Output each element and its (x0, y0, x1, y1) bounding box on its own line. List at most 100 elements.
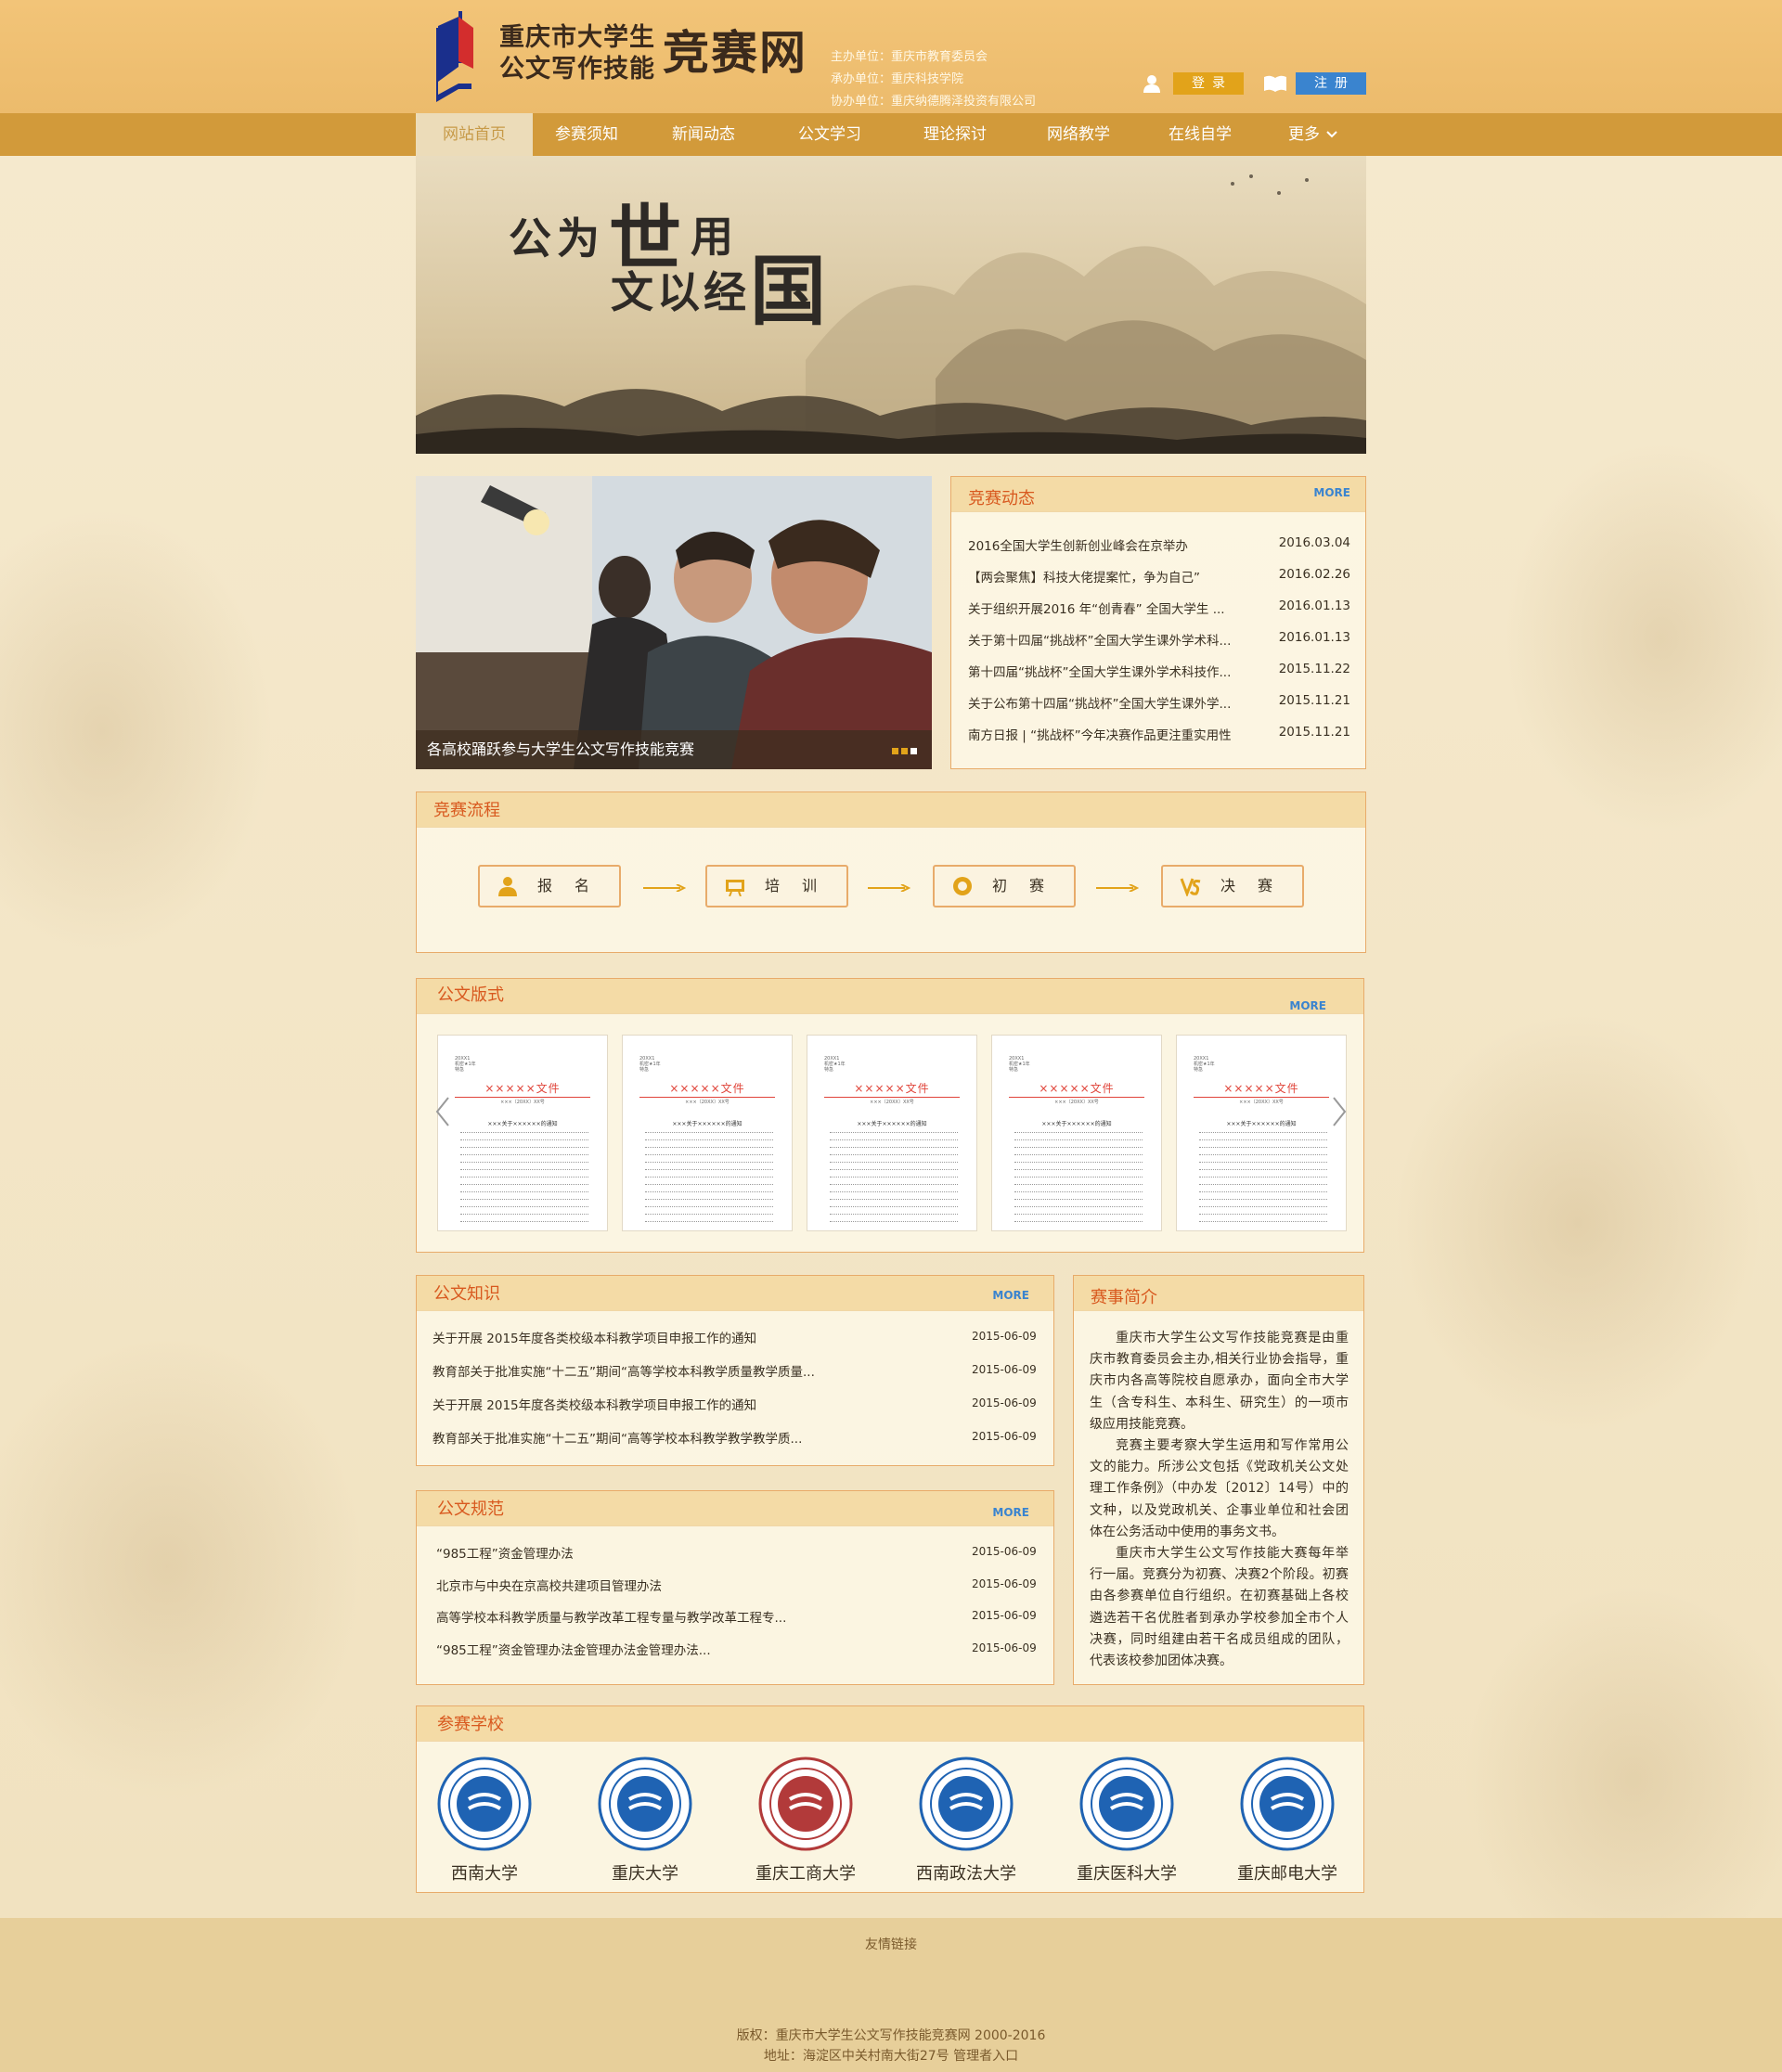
text-line (645, 1184, 773, 1185)
text-line (830, 1184, 958, 1185)
text-line (1199, 1184, 1327, 1185)
nav-item[interactable]: 网站首页 (416, 113, 533, 156)
text-line (830, 1162, 958, 1163)
school-emblem-icon (758, 1757, 853, 1851)
nav-item[interactable]: 网络教学 (1017, 113, 1140, 156)
organizer-host: 主办单位：重庆市教育委员会 (831, 50, 988, 64)
friend-links[interactable]: 友情链接 (0, 1935, 1782, 1953)
nav-item[interactable]: 新闻动态 (640, 113, 767, 156)
text-line (460, 1132, 588, 1133)
text-line (1199, 1169, 1327, 1170)
knowledge-item[interactable]: 教育部关于批准实施“十二五”期间“高等学校本科教学质量教学质量... 2015-0… (433, 1361, 1037, 1380)
text-line (645, 1177, 773, 1178)
nav-item[interactable]: 公文学习 (767, 113, 893, 156)
school-item[interactable]: 重庆医科大学 (1057, 1757, 1196, 1885)
norms-item-date: 2015-06-09 (972, 1641, 1037, 1654)
doc-title: ×××××文件 (1039, 1082, 1115, 1095)
text-line (1014, 1191, 1143, 1192)
knowledge-item[interactable]: 关于开展 2015年度各类校级本科教学项目申报工作的通知 2015-06-09 (433, 1395, 1037, 1413)
document-template[interactable]: 20XX1 机密★1年 特急 ×××××文件 ×××〔20XX〕XX号 ×××关于××××… (991, 1035, 1162, 1231)
nav-item-label: 更多 (1288, 125, 1320, 144)
nav-item-label: 在线自学 (1169, 125, 1232, 144)
nav-item-label: 理论探讨 (923, 125, 987, 144)
slider-dot[interactable] (910, 748, 917, 754)
site-title-line2: 公文写作技能 (499, 55, 655, 84)
medal-icon (953, 877, 972, 895)
text-line (460, 1199, 588, 1200)
doc-title: ×××××文件 (484, 1082, 561, 1095)
school-item[interactable]: 西南政法大学 (897, 1757, 1036, 1885)
slider-dot[interactable] (901, 748, 908, 754)
news-item[interactable]: 【两会聚焦】科技大佬提案忙，争为自己” 2016.02.26 (968, 567, 1350, 587)
news-item-date: 2016.03.04 (1278, 535, 1350, 550)
main-nav: 网站首页 参赛须知 新闻动态 公文学习 理论探讨 网络教学 在线自学 更多 (0, 113, 1782, 156)
doc-number: ×××〔20XX〕XX号 (1239, 1100, 1284, 1105)
process-panel: 竞赛流程 报名 培训 初赛 决赛 (416, 791, 1366, 953)
knowledge-more-link[interactable]: MORE (992, 1289, 1029, 1302)
news-item[interactable]: 南方日报 | “挑战杯”今年决赛作品更注重实用性 2015.11.21 (968, 725, 1350, 745)
intro-paragraph: 重庆市大学生公文写作技能竞赛是由重庆市教育委员会主办,相关行业协会指导，重庆市内… (1090, 1331, 1349, 1432)
news-more-link[interactable]: MORE (1313, 486, 1350, 499)
chevron-right-icon[interactable] (1332, 1096, 1347, 1127)
document-template[interactable]: 20XX1 机密★1年 特急 ×××××文件 ×××〔20XX〕XX号 ×××关于××××… (437, 1035, 608, 1231)
photo-slider[interactable]: 各高校踊跃参与大学生公文写作技能竞赛 (416, 476, 932, 769)
news-item[interactable]: 关于公布第十四届“挑战杯”全国大学生课外学... 2015.11.21 (968, 693, 1350, 714)
news-item[interactable]: 2016全国大学生创新创业峰会在京举办 2016.03.04 (968, 535, 1350, 556)
doc-subject: ×××关于××××××的通知 (857, 1121, 927, 1127)
school-item[interactable]: 西南大学 (415, 1757, 554, 1885)
school-item[interactable]: 重庆大学 (575, 1757, 715, 1885)
nav-item[interactable]: 更多 (1260, 113, 1366, 156)
step-preliminary[interactable]: 初赛 (933, 865, 1076, 907)
chevron-left-icon[interactable] (435, 1096, 450, 1127)
news-item[interactable]: 关于组织开展2016 年“创青春” 全国大学生 ... 2016.01.13 (968, 598, 1350, 619)
norms-more-link[interactable]: MORE (992, 1506, 1029, 1519)
norms-item[interactable]: 北京市与中央在京高校共建项目管理办法 2015-06-09 (436, 1576, 1037, 1594)
formats-panel: 公文版式 MORE 20XX1 机密★1年 特急 ×××××文件 ×××〔20XX〕XX… (416, 978, 1364, 1253)
formats-more-link[interactable]: MORE (1289, 999, 1326, 1012)
register-button[interactable]: 注册 (1296, 72, 1366, 95)
login-button[interactable]: 登录 (1173, 72, 1244, 95)
doc-number: ×××〔20XX〕XX号 (870, 1100, 914, 1105)
nav-item-label: 网络教学 (1047, 125, 1110, 144)
knowledge-title: 公文知识 (433, 1284, 500, 1304)
school-item[interactable]: 重庆邮电大学 (1218, 1757, 1357, 1885)
knowledge-item-title: 关于开展 2015年度各类校级本科教学项目申报工作的通知 (433, 1332, 757, 1346)
slider-dot[interactable] (892, 748, 898, 754)
knowledge-item[interactable]: 关于开展 2015年度各类校级本科教学项目申报工作的通知 2015-06-09 (433, 1328, 1037, 1346)
document-template[interactable]: 20XX1 机密★1年 特急 ×××××文件 ×××〔20XX〕XX号 ×××关于××××… (807, 1035, 977, 1231)
step-final[interactable]: 决赛 (1161, 865, 1304, 907)
slogan-char: 经 (704, 267, 746, 317)
text-line (830, 1139, 958, 1140)
nav-item[interactable]: 参赛须知 (533, 113, 640, 156)
norms-item-date: 2015-06-09 (972, 1577, 1037, 1590)
norms-item[interactable]: 高等学校本科教学质量与教学改革工程专量与教学改革工程专... 2015-06-09 (436, 1607, 1037, 1626)
nav-item[interactable]: 在线自学 (1140, 113, 1260, 156)
nav-item[interactable]: 理论探讨 (893, 113, 1017, 156)
step-signup[interactable]: 报名 (478, 865, 621, 907)
news-item[interactable]: 第十四届“挑战杯”全国大学生课外学术科技作... 2015.11.22 (968, 662, 1350, 682)
text-line (460, 1191, 588, 1192)
doc-subject: ×××关于××××××的通知 (672, 1121, 742, 1127)
slider-dots (889, 748, 917, 754)
board-icon (726, 880, 744, 896)
norms-item[interactable]: “985工程”资金管理办法金管理办法金管理办法... 2015-06-09 (436, 1640, 1037, 1658)
text-line (1199, 1199, 1327, 1200)
text-line (645, 1221, 773, 1222)
knowledge-item[interactable]: 教育部关于批准实施“十二五”期间“高等学校本科教学教学教学质... 2015-06… (433, 1428, 1037, 1447)
text-line (460, 1214, 588, 1215)
document-template[interactable]: 20XX1 机密★1年 特急 ×××××文件 ×××〔20XX〕XX号 ×××关于××××… (1176, 1035, 1347, 1231)
news-item[interactable]: 关于第十四届“挑战杯”全国大学生课外学术科... 2016.01.13 (968, 630, 1350, 650)
text-line (1199, 1162, 1327, 1163)
norms-title: 公文规范 (437, 1499, 504, 1519)
doc-header: 20XX1 机密★1年 特急 (639, 1056, 661, 1073)
address-text: 地址：海淀区中关村南大街27号 管理者入口 (763, 2049, 1019, 2064)
doc-number: ×××〔20XX〕XX号 (1054, 1100, 1099, 1105)
school-item[interactable]: 重庆工商大学 (736, 1757, 875, 1885)
text-line (830, 1214, 958, 1215)
text-line (645, 1206, 773, 1207)
norms-item[interactable]: “985工程”资金管理办法 2015-06-09 (436, 1543, 1037, 1562)
document-template[interactable]: 20XX1 机密★1年 特急 ×××××文件 ×××〔20XX〕XX号 ×××关于××××… (622, 1035, 793, 1231)
step-training[interactable]: 培训 (705, 865, 848, 907)
doc-subject: ×××关于××××××的通知 (487, 1121, 558, 1127)
logo-icon[interactable] (431, 9, 477, 106)
